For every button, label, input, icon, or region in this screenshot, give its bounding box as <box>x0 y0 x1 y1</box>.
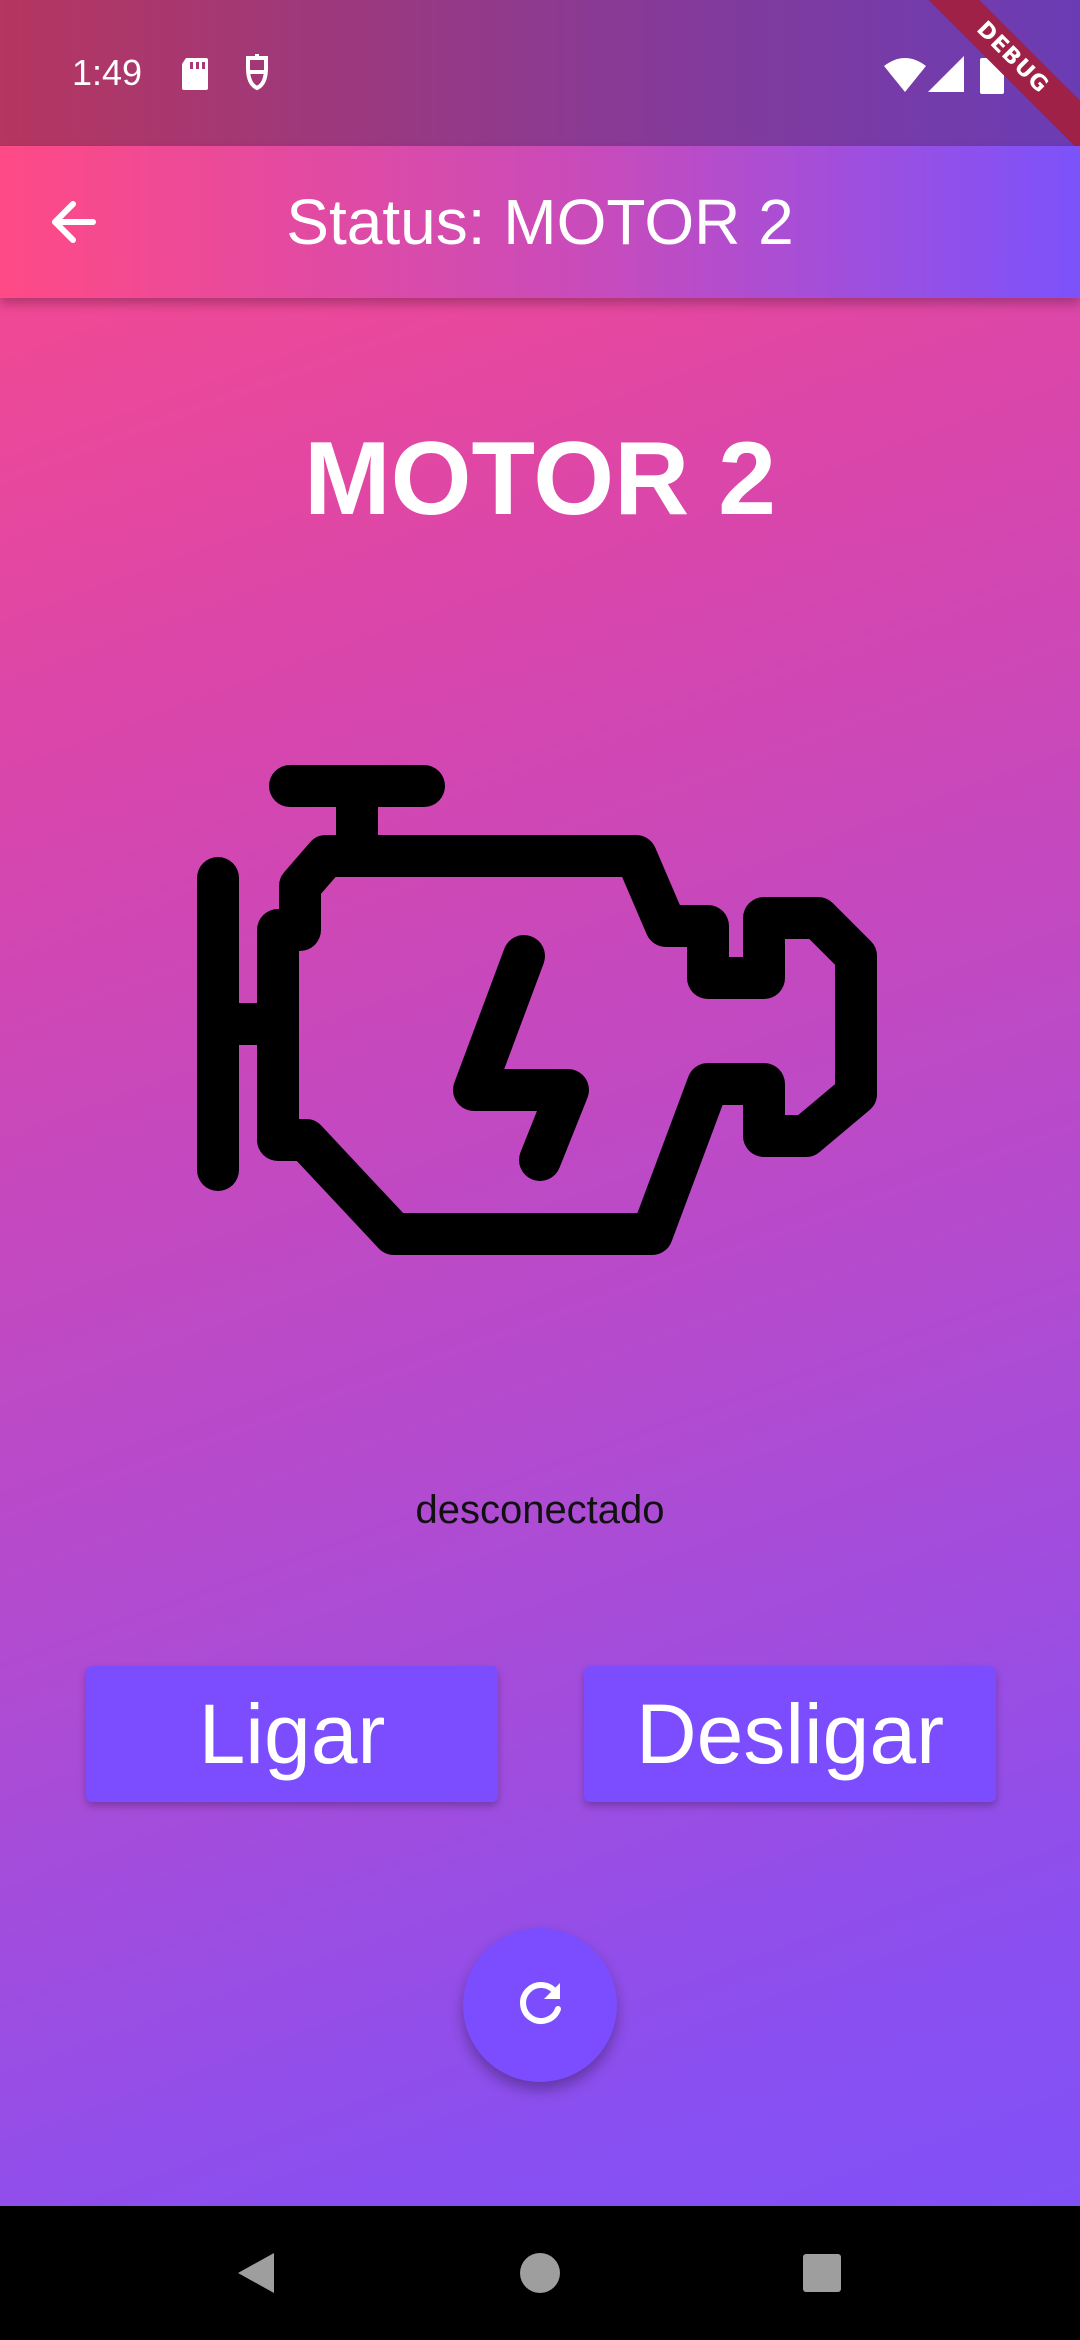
refresh-icon <box>520 1982 561 2024</box>
status-bar: 1:49 <box>0 0 1080 146</box>
navigation-bar <box>0 2206 1080 2340</box>
motor-heading: MOTOR 2 <box>304 421 776 537</box>
nav-recents-icon <box>803 2254 841 2292</box>
engine-check-icon <box>196 760 886 1285</box>
status-time: 1:49 <box>72 52 143 93</box>
nav-home-icon <box>520 2253 560 2293</box>
nav-home-button[interactable] <box>470 2206 610 2340</box>
app-screen: 1:49 DEBUG Status: MOTOR 2 MOTOR 2 desco… <box>0 0 1080 2340</box>
nav-back-button[interactable] <box>186 2206 326 2340</box>
refresh-button[interactable] <box>463 1928 617 2082</box>
wifi-icon <box>884 58 926 97</box>
signal-icon <box>928 56 964 97</box>
arrow-back-icon <box>52 201 96 243</box>
turn-on-button[interactable]: Ligar <box>86 1666 498 1802</box>
turn-off-button[interactable]: Desligar <box>584 1666 996 1802</box>
back-button[interactable] <box>36 184 112 260</box>
nav-back-icon <box>238 2253 274 2293</box>
page-title: Status: MOTOR 2 <box>286 186 794 258</box>
nav-recents-button[interactable] <box>752 2206 892 2340</box>
app-bar: Status: MOTOR 2 <box>0 146 1080 298</box>
sd-card-icon <box>180 56 210 97</box>
connection-status: desconectado <box>415 1488 665 1532</box>
assistant-icon <box>242 54 272 97</box>
